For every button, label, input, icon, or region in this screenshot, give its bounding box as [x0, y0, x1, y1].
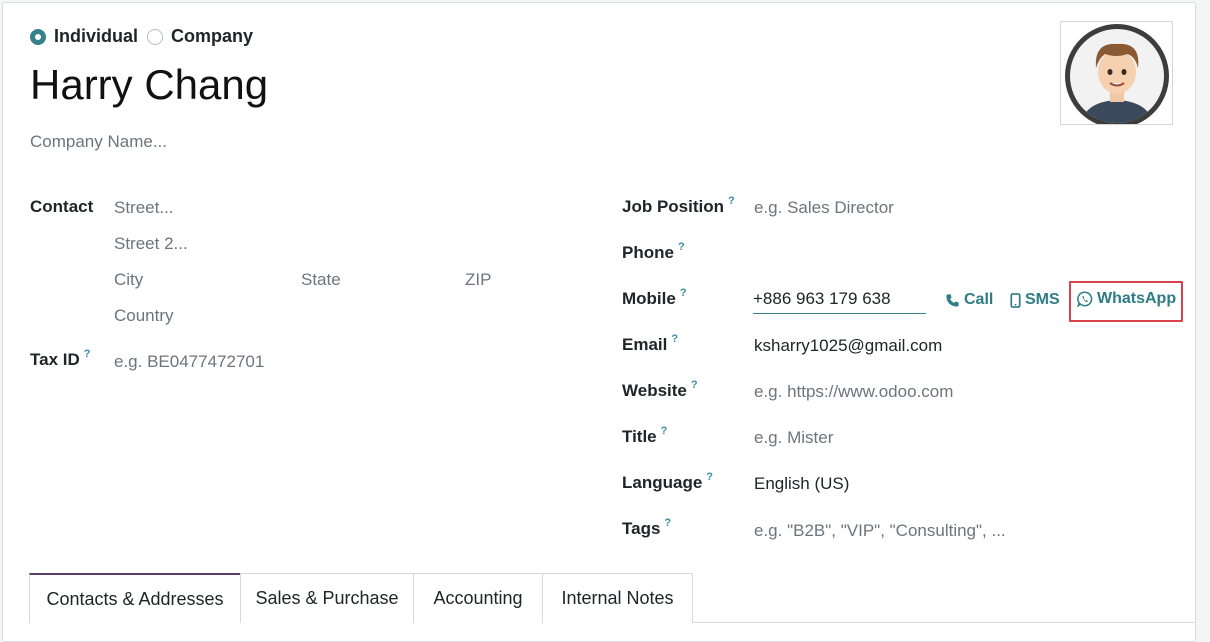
help-tooltip-icon[interactable]: ? [678, 241, 685, 253]
help-tooltip-icon[interactable]: ? [691, 379, 698, 391]
individual-label: Individual [54, 26, 139, 46]
tab-sales-purchase[interactable]: Sales & Purchase [240, 573, 414, 623]
job-position-input[interactable]: e.g. Sales Director [754, 198, 894, 218]
language-select[interactable]: English (US) [754, 474, 849, 494]
state-select[interactable]: State [301, 270, 341, 290]
phone-label-text: Phone [622, 243, 674, 262]
help-tooltip-icon[interactable]: ? [680, 287, 687, 299]
tab-contacts-addresses[interactable]: Contacts & Addresses [29, 573, 241, 623]
company-label: Company [171, 26, 254, 46]
contact-address-label: Contact [30, 197, 94, 216]
help-tooltip-icon[interactable]: ? [664, 517, 671, 529]
website-label-text: Website [622, 381, 687, 400]
call-button[interactable]: Call [945, 291, 993, 309]
whatsapp-button[interactable]: WhatsApp [1077, 290, 1176, 308]
email-label: Email? [622, 333, 678, 355]
avatar[interactable] [1060, 21, 1173, 125]
tax-id-label: Tax ID? [30, 348, 91, 370]
radio-unchecked-icon [147, 28, 163, 45]
mobile-icon [1010, 292, 1021, 308]
email-label-text: Email [622, 335, 668, 354]
zip-input[interactable]: ZIP [465, 270, 491, 290]
phone-input[interactable] [754, 244, 924, 266]
title-label-text: Title [622, 427, 657, 446]
sms-label: SMS [1025, 291, 1060, 308]
country-select[interactable]: Country [114, 306, 174, 326]
city-input[interactable]: City [114, 270, 143, 290]
type-individual-radio[interactable]: Individual [30, 26, 138, 47]
job-position-label: Job Position? [622, 195, 735, 217]
website-input[interactable]: e.g. https://www.odoo.com [754, 382, 953, 402]
avatar-image [1065, 24, 1169, 124]
call-label: Call [964, 291, 994, 308]
language-label-text: Language [622, 473, 703, 492]
whatsapp-icon [1077, 291, 1093, 307]
tags-input[interactable]: e.g. "B2B", "VIP", "Consulting", ... [754, 521, 1006, 541]
street2-input[interactable]: Street 2... [114, 234, 188, 254]
help-tooltip-icon[interactable]: ? [671, 333, 678, 345]
notebook-tabs: Contacts & Addresses Sales & Purchase Ac… [29, 573, 693, 626]
whatsapp-label: WhatsApp [1097, 290, 1177, 307]
job-position-label-text: Job Position [622, 197, 724, 216]
type-company-radio[interactable]: Company [147, 26, 253, 47]
street-input[interactable]: Street... [114, 198, 174, 218]
mobile-label: Mobile? [622, 287, 687, 309]
tax-id-label-text: Tax ID [30, 350, 80, 369]
language-label: Language? [622, 471, 713, 493]
sms-button[interactable]: SMS [1010, 291, 1060, 309]
tab-accounting[interactable]: Accounting [413, 573, 543, 623]
title-select[interactable]: e.g. Mister [754, 428, 833, 448]
tags-label: Tags? [622, 517, 671, 539]
email-input[interactable]: ksharry1025@gmail.com [754, 336, 942, 356]
website-label: Website? [622, 379, 698, 401]
title-label: Title? [622, 425, 668, 447]
help-tooltip-icon[interactable]: ? [728, 195, 735, 207]
mobile-input[interactable]: +886 963 179 638 [753, 286, 926, 314]
help-tooltip-icon[interactable]: ? [661, 425, 668, 437]
tags-label-text: Tags [622, 519, 661, 538]
company-name-input[interactable]: Company Name... [30, 132, 167, 152]
phone-icon [946, 293, 959, 307]
contact-name-field[interactable]: Harry Chang [30, 61, 268, 109]
phone-label: Phone? [622, 241, 685, 263]
help-tooltip-icon[interactable]: ? [84, 348, 91, 360]
help-tooltip-icon[interactable]: ? [706, 471, 713, 483]
mobile-label-text: Mobile [622, 289, 676, 308]
radio-checked-icon [30, 28, 46, 45]
tax-id-input[interactable]: e.g. BE0477472701 [114, 352, 264, 372]
tab-internal-notes[interactable]: Internal Notes [542, 573, 693, 623]
